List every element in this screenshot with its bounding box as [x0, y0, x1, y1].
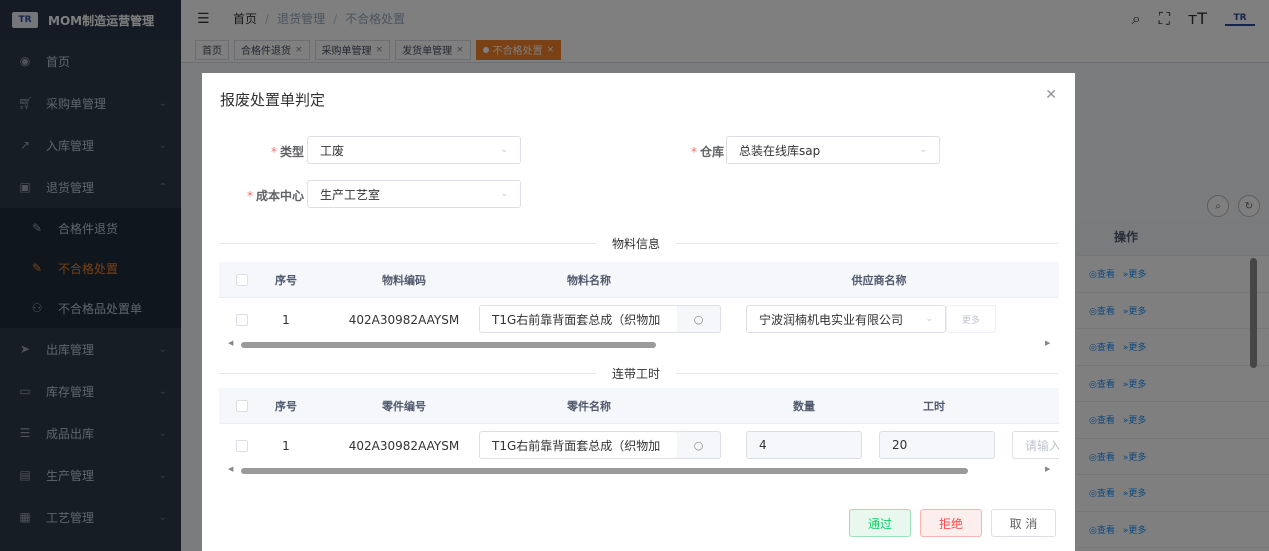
hours-input[interactable]: 20 [879, 431, 995, 459]
row-checkbox[interactable] [236, 313, 248, 326]
column-header: 工时 [923, 399, 945, 413]
warehouse-select[interactable]: 总装在线库sap ⌄ [726, 136, 940, 164]
chevron-down-icon: ⌄ [500, 145, 508, 155]
column-header: 零件名称 [567, 399, 611, 413]
row-checkbox[interactable] [236, 439, 248, 452]
column-header: 供应商名称 [851, 273, 907, 287]
reject-button[interactable]: 拒绝 [920, 509, 982, 537]
scroll-left-icon[interactable]: ◀ [228, 465, 233, 473]
row-index: 1 [282, 312, 290, 327]
row-index: 1 [282, 438, 290, 453]
column-header: 物料名称 [567, 273, 611, 287]
material-code: 402A30982AAYSM [348, 312, 460, 327]
more-button[interactable]: 更多 [946, 305, 996, 333]
material-name-input[interactable]: T1G右前靠背面套总成（织物加 [479, 305, 678, 333]
material-table-header: 序号 物料编码 物料名称 供应商名称 [219, 262, 1059, 298]
column-header: 序号 [275, 273, 297, 287]
scroll-left-icon[interactable]: ◀ [228, 339, 233, 347]
part-code: 402A30982AAYSM [348, 438, 460, 453]
chevron-down-icon: ⌄ [500, 189, 508, 199]
cost-center-label: * 成本中心 [246, 189, 304, 203]
labor-table-header: 序号 零件编号 零件名称 数量 工时 [219, 388, 1059, 424]
part-name-input[interactable]: T1G右前靠背面套总成（织物加 [479, 431, 678, 459]
column-header: 物料编码 [382, 273, 426, 287]
cancel-button[interactable]: 取 消 [991, 509, 1056, 537]
remark-input[interactable]: 请输入 [1012, 431, 1059, 459]
warehouse-label: * 仓库 [690, 145, 724, 159]
column-header: 序号 [275, 399, 297, 413]
material-section-title: 物料信息 [596, 235, 677, 252]
cost-center-select[interactable]: 生产工艺室 ⌄ [307, 180, 521, 208]
scroll-right-icon[interactable]: ▶ [1045, 465, 1050, 473]
close-icon[interactable]: ✕ [1045, 87, 1057, 103]
chevron-down-icon: ⌄ [925, 314, 933, 324]
required-asterisk: * [270, 145, 277, 159]
select-all-checkbox[interactable] [236, 273, 248, 286]
column-header: 零件编号 [382, 399, 426, 413]
chevron-down-icon: ⌄ [919, 145, 927, 155]
labor-section-title: 连带工时 [596, 365, 677, 382]
horizontal-scrollbar[interactable]: ◀ ▶ [219, 339, 1059, 350]
type-select[interactable]: 工废 ⌄ [307, 136, 521, 164]
quantity-input[interactable]: 4 [746, 431, 862, 459]
scrollbar-thumb[interactable] [241, 342, 656, 348]
required-asterisk: * [246, 189, 253, 203]
required-asterisk: * [690, 145, 697, 159]
horizontal-scrollbar[interactable]: ◀ ▶ [219, 465, 1059, 476]
column-header: 数量 [793, 399, 815, 413]
select-all-checkbox[interactable] [236, 399, 248, 412]
scrap-disposal-dialog: 报废处置单判定 ✕ * 类型 工废 ⌄ * 仓库 总装在线库sap ⌄ * 成本中心 … [202, 73, 1075, 551]
search-icon[interactable]: ○ [677, 431, 721, 459]
scroll-right-icon[interactable]: ▶ [1045, 339, 1050, 347]
pass-button[interactable]: 通过 [849, 509, 911, 537]
scrollbar-thumb[interactable] [241, 468, 968, 474]
search-icon[interactable]: ○ [677, 305, 721, 333]
type-label: * 类型 [270, 145, 304, 159]
dialog-title: 报废处置单判定 [220, 91, 326, 109]
supplier-select[interactable]: 宁波润楠机电实业有限公司 ⌄ [746, 305, 946, 333]
